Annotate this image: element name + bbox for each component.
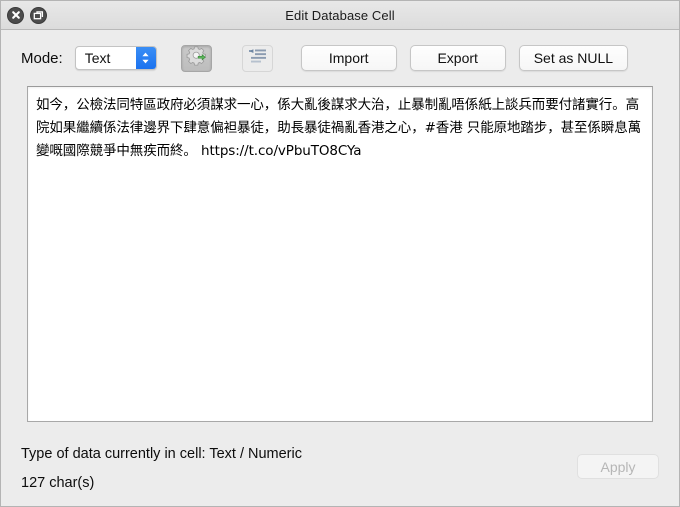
set-as-null-button[interactable]: Set as NULL xyxy=(518,45,629,71)
mode-label: Mode: xyxy=(21,49,63,67)
export-button[interactable]: Export xyxy=(409,45,506,71)
text-wrap-icon xyxy=(248,48,267,69)
mode-select[interactable]: Text xyxy=(74,46,157,70)
toolbar: Mode: Text Import Export Set as NULL xyxy=(1,30,679,86)
apply-mode-button[interactable] xyxy=(180,44,212,72)
mode-select-value: Text xyxy=(84,50,111,66)
char-count-label: 127 char(s) xyxy=(21,475,95,491)
footer-info: Type of data currently in cell: Text / N… xyxy=(21,438,302,498)
edit-database-cell-window: Edit Database Cell Mode: Text Import Exp… xyxy=(0,0,680,507)
page-title: Edit Database Cell xyxy=(285,7,395,23)
close-icon[interactable] xyxy=(7,6,24,24)
import-button[interactable]: Import xyxy=(300,45,397,71)
cell-text-content: 如今，公檢法同特區政府必須謀求一心，係大亂後謀求大治，止暴制亂唔係紙上談兵而要付… xyxy=(36,97,642,159)
editor-region: 如今，公檢法同特區政府必須謀求一心，係大亂後謀求大治，止暴制亂唔係紙上談兵而要付… xyxy=(1,86,679,432)
restore-window-icon[interactable] xyxy=(30,6,47,24)
chevron-updown-icon xyxy=(135,47,156,69)
word-wrap-button[interactable] xyxy=(241,44,273,72)
gear-apply-icon xyxy=(186,45,207,71)
apply-button[interactable]: Apply xyxy=(577,454,659,479)
footer: Type of data currently in cell: Text / N… xyxy=(1,432,679,506)
window-controls xyxy=(1,6,47,24)
data-type-label: Type of data currently in cell: Text / N… xyxy=(21,446,302,462)
cell-text-editor[interactable]: 如今，公檢法同特區政府必須謀求一心，係大亂後謀求大治，止暴制亂唔係紙上談兵而要付… xyxy=(27,86,653,422)
title-bar: Edit Database Cell xyxy=(1,1,679,30)
